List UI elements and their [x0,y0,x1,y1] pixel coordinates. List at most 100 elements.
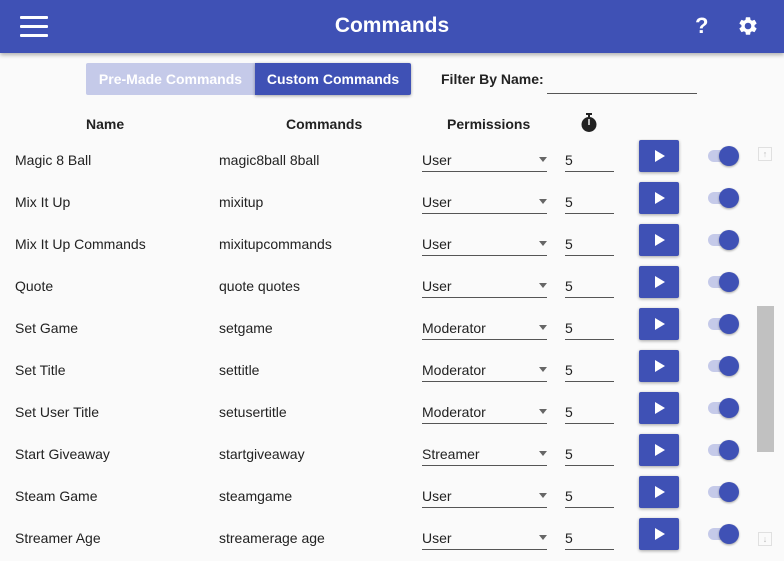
permission-value: User [422,530,452,546]
scroll-up-arrow-icon[interactable]: ↑ [758,147,772,161]
permission-select[interactable]: User [422,186,547,214]
play-icon [655,486,665,498]
command-name: Mix It Up [15,194,71,210]
table-row: Set User Title setusertitle Moderator [0,390,750,432]
cooldown-input[interactable] [565,144,614,172]
dropdown-arrow-icon [539,409,547,414]
enabled-toggle[interactable] [708,440,740,460]
help-icon[interactable]: ? [695,13,708,39]
toggle-knob [719,230,739,250]
test-command-button[interactable] [639,350,679,382]
command-triggers: quote quotes [219,278,300,294]
cooldown-input[interactable] [565,228,614,256]
command-name: Quote [15,278,54,294]
toggle-knob [719,272,739,292]
table-row: Streamer Age streamerage age User [0,516,750,558]
table-row: Mix It Up mixitup User [0,180,750,222]
toggle-knob [719,314,739,334]
gear-icon[interactable] [737,15,759,37]
cooldown-input[interactable] [565,312,614,340]
permission-select[interactable]: Streamer [422,438,547,466]
permission-select[interactable]: User [422,144,547,172]
toggle-knob [719,398,739,418]
test-command-button[interactable] [639,518,679,550]
permission-value: User [422,278,452,294]
table-row: Start Giveaway startgiveaway Streamer [0,432,750,474]
command-triggers: settitle [219,362,260,378]
test-command-button[interactable] [639,182,679,214]
toggle-knob [719,524,739,544]
play-icon [655,276,665,288]
play-icon [655,528,665,540]
permission-value: User [422,152,452,168]
cooldown-input[interactable] [565,270,614,298]
tab-premade-commands[interactable]: Pre-Made Commands [86,63,255,95]
play-icon [655,150,665,162]
cooldown-input[interactable] [565,186,614,214]
permission-select[interactable]: User [422,480,547,508]
toggle-knob [719,356,739,376]
cooldown-input[interactable] [565,354,614,382]
permission-value: Moderator [422,320,486,336]
test-command-button[interactable] [639,392,679,424]
toggle-knob [719,482,739,502]
stopwatch-icon [581,113,597,132]
command-triggers: mixitup [219,194,264,210]
play-icon [655,192,665,204]
table-row: Quote quote quotes User [0,264,750,306]
command-triggers: streamerage age [219,530,325,546]
enabled-toggle[interactable] [708,146,740,166]
table-row: Set Title settitle Moderator [0,348,750,390]
enabled-toggle[interactable] [708,314,740,334]
cooldown-input[interactable] [565,480,614,508]
test-command-button[interactable] [639,140,679,172]
permission-select[interactable]: Moderator [422,312,547,340]
permission-select[interactable]: User [422,522,547,550]
enabled-toggle[interactable] [708,356,740,376]
command-triggers: startgiveaway [219,446,305,462]
tab-custom-commands[interactable]: Custom Commands [255,63,411,95]
scroll-down-arrow-icon[interactable]: ↓ [758,532,772,546]
permission-select[interactable]: Moderator [422,354,547,382]
dropdown-arrow-icon [539,493,547,498]
permission-value: Moderator [422,404,486,420]
permission-value: User [422,488,452,504]
dropdown-arrow-icon [539,241,547,246]
permission-select[interactable]: User [422,228,547,256]
cooldown-input[interactable] [565,396,614,424]
test-command-button[interactable] [639,308,679,340]
permission-value: Moderator [422,362,486,378]
play-icon [655,402,665,414]
toggle-knob [719,146,739,166]
test-command-button[interactable] [639,266,679,298]
permission-value: Streamer [422,446,480,462]
toggle-knob [719,440,739,460]
enabled-toggle[interactable] [708,482,740,502]
dropdown-arrow-icon [539,367,547,372]
enabled-toggle[interactable] [708,188,740,208]
enabled-toggle[interactable] [708,230,740,250]
dropdown-arrow-icon [539,535,547,540]
scrollbar-thumb[interactable] [757,306,774,452]
command-name: Set Game [15,320,79,336]
cooldown-input[interactable] [565,522,614,550]
command-name: Set Title [15,362,66,378]
permission-select[interactable]: User [422,270,547,298]
test-command-button[interactable] [639,434,679,466]
cooldown-input[interactable] [565,438,614,466]
dropdown-arrow-icon [539,157,547,162]
command-triggers: steamgame [219,488,293,504]
enabled-toggle[interactable] [708,524,740,544]
command-triggers: mixitupcommands [219,236,332,252]
enabled-toggle[interactable] [708,272,740,292]
test-command-button[interactable] [639,224,679,256]
filter-label: Filter By Name: [441,71,544,87]
enabled-toggle[interactable] [708,398,740,418]
permission-select[interactable]: Moderator [422,396,547,424]
column-header-commands: Commands [286,116,363,132]
filter-input[interactable] [547,64,697,94]
permission-value: User [422,194,452,210]
table-row: Magic 8 Ball magic8ball 8ball User [0,139,750,180]
command-name: Set User Title [15,404,100,420]
test-command-button[interactable] [639,476,679,508]
